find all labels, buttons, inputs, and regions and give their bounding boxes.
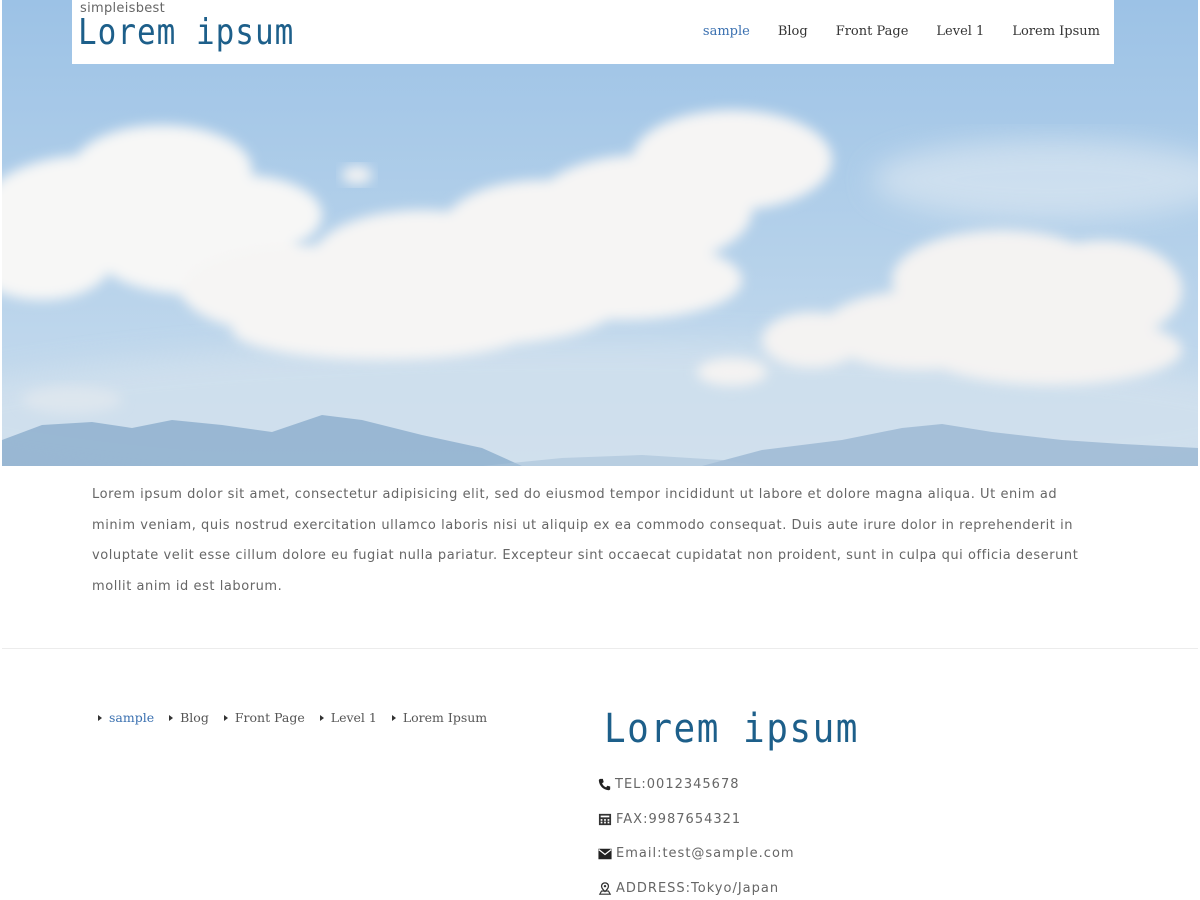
triangle-right-icon (223, 714, 228, 721)
hero-image (2, 0, 1198, 466)
footer-nav-item-lorem-ipsum[interactable]: Lorem Ipsum (391, 710, 488, 725)
footer-nav-label: Front Page (234, 710, 305, 725)
triangle-right-icon (98, 714, 102, 721)
phone-icon (598, 778, 611, 791)
sky-clouds-illustration (2, 110, 1198, 466)
site-title-logo[interactable]: Lorem ipsum (78, 12, 294, 53)
site-header: simpleisbest Lorem ipsum sample Blog Fro… (72, 0, 1114, 64)
footer-nav-label: sample (109, 710, 155, 725)
contact-email: Email:test@sample.com (598, 846, 795, 861)
footer-nav-label: Level 1 (330, 710, 377, 725)
contact-tel: TEL:0012345678 (598, 777, 740, 792)
fax-icon (598, 813, 612, 826)
nav-item-level-1[interactable]: Level 1 (936, 24, 984, 39)
contact-fax: FAX:9987654321 (598, 812, 741, 827)
footer-nav-label: Blog (180, 710, 209, 725)
contact-address: ADDRESS:Tokyo/Japan (598, 881, 779, 896)
footer-nav-label: Lorem Ipsum (402, 710, 488, 725)
nav-item-blog[interactable]: Blog (778, 24, 808, 39)
footer-nav-item-blog[interactable]: Blog (169, 710, 209, 725)
triangle-right-icon (169, 714, 174, 721)
contact-fax-text: FAX:9987654321 (616, 812, 742, 827)
contact-address-text: ADDRESS:Tokyo/Japan (616, 881, 780, 896)
triangle-right-icon (391, 714, 396, 721)
intro-paragraph: Lorem ipsum dolor sit amet, consectetur … (92, 487, 1079, 594)
footer-site-title[interactable]: Lorem ipsum (604, 706, 859, 752)
footer-nav-item-front-page[interactable]: Front Page (223, 710, 305, 725)
contact-email-text[interactable]: Email:test@sample.com (616, 846, 795, 861)
contact-tel-text: TEL:0012345678 (615, 777, 740, 792)
map-pin-icon (598, 882, 612, 895)
nav-item-sample[interactable]: sample (703, 24, 750, 39)
nav-item-lorem-ipsum[interactable]: Lorem Ipsum (1012, 24, 1100, 39)
nav-item-front-page[interactable]: Front Page (836, 24, 909, 39)
triangle-right-icon (319, 714, 324, 721)
footer-nav: sample Blog Front Page Level 1 Lorem Ips… (98, 710, 502, 725)
main-nav: sample Blog Front Page Level 1 Lorem Ips… (675, 24, 1100, 39)
section-divider (2, 648, 1198, 649)
footer-nav-item-level-1[interactable]: Level 1 (319, 710, 377, 725)
footer-nav-item-sample[interactable]: sample (98, 710, 154, 725)
envelope-icon (598, 848, 612, 859)
